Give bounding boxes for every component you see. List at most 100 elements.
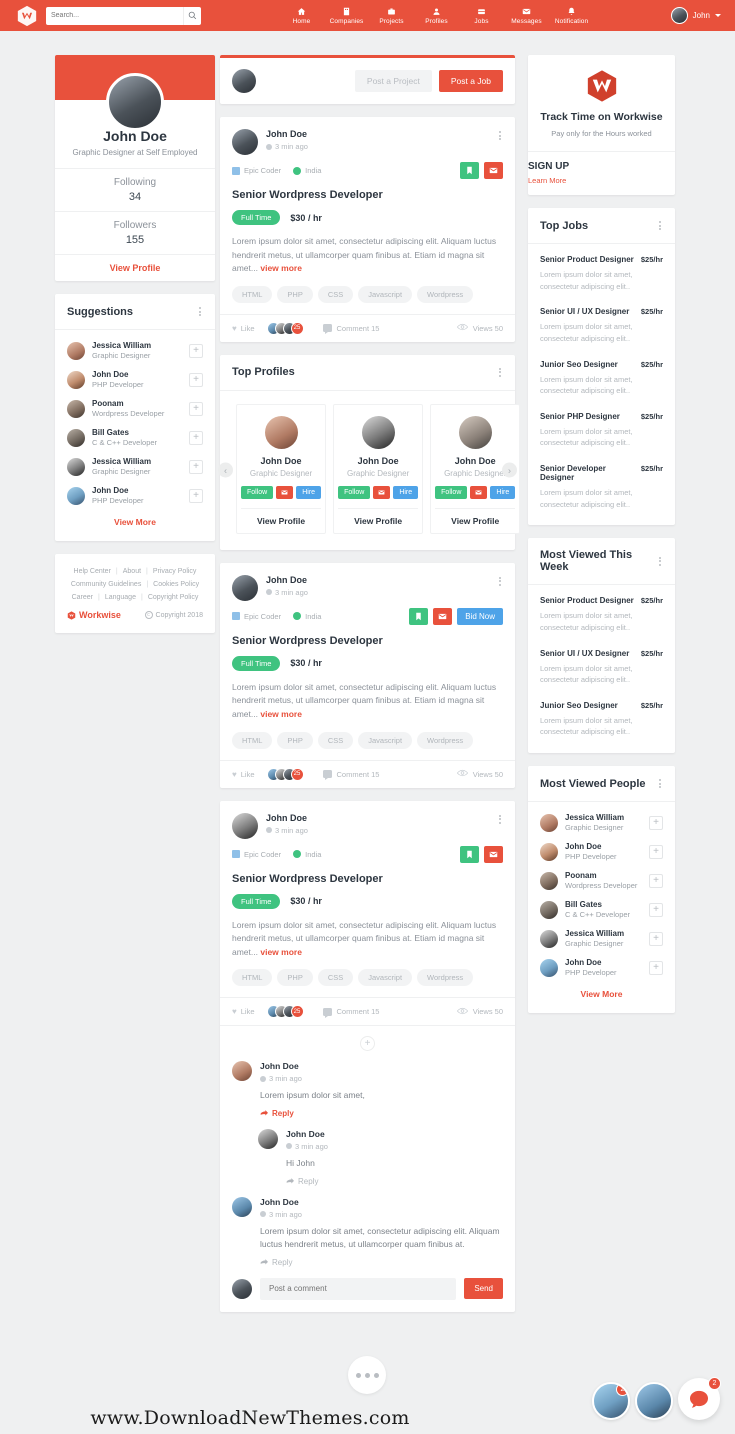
add-person-button[interactable]: + xyxy=(189,459,203,474)
view-profile-link[interactable]: View Profile xyxy=(435,507,516,533)
reply-button[interactable]: Reply xyxy=(260,1109,503,1118)
list-item[interactable]: John Doe PHP Developer + xyxy=(528,837,675,866)
list-item[interactable]: Senior Product Designer $25/hr Lorem ipsu… xyxy=(528,588,675,640)
skill-tag[interactable]: CSS xyxy=(317,969,354,987)
view-profile-link[interactable]: View Profile xyxy=(55,254,215,281)
list-item[interactable]: Bill Gates C & C++ Developer + xyxy=(528,895,675,924)
add-person-button[interactable]: + xyxy=(189,488,203,503)
list-item[interactable]: Jessica William Graphic Designer + xyxy=(528,808,675,837)
search-bar[interactable] xyxy=(46,6,201,25)
envelope-icon[interactable] xyxy=(484,845,503,863)
list-item[interactable]: Senior UI / UX Designer $25/hr Lorem ipsu… xyxy=(528,641,675,693)
view-more-link[interactable]: view more xyxy=(260,263,302,273)
add-person-button[interactable]: + xyxy=(649,902,663,917)
view-more-link[interactable]: view more xyxy=(260,947,302,957)
list-item[interactable]: John Doe PHP Developer + xyxy=(55,481,215,510)
learn-more-link[interactable]: Learn More xyxy=(528,176,675,185)
skill-tag[interactable]: HTML xyxy=(232,285,273,303)
footer-link-cookies-policy[interactable]: Cookies Policy xyxy=(153,581,199,588)
list-item[interactable]: John Doe PHP Developer + xyxy=(528,953,675,982)
reply-button[interactable]: Reply xyxy=(260,1258,503,1267)
list-item[interactable]: John Doe PHP Developer + xyxy=(55,365,215,394)
list-item[interactable]: Jessica William Graphic Designer + xyxy=(528,924,675,953)
skill-tag[interactable]: CSS xyxy=(317,731,354,749)
footer-link-copyright-policy[interactable]: Copyright Policy xyxy=(148,594,199,601)
envelope-icon[interactable] xyxy=(433,607,453,625)
nav-item-home[interactable]: Home xyxy=(279,6,324,25)
bid-now-button[interactable]: Bid Now xyxy=(457,607,503,625)
add-person-button[interactable]: + xyxy=(189,372,203,387)
follow-button[interactable]: Follow xyxy=(338,485,371,499)
chevron-left-icon[interactable]: ‹ xyxy=(218,462,233,478)
footer-link-help-center[interactable]: Help Center xyxy=(74,568,111,575)
list-item[interactable]: Poonam Wordpress Developer + xyxy=(55,394,215,423)
bookmark-icon[interactable] xyxy=(460,162,479,179)
bookmark-icon[interactable] xyxy=(460,845,479,863)
chat-avatar[interactable]: 2 xyxy=(592,1382,630,1420)
more-options-icon[interactable] xyxy=(497,813,503,826)
list-item[interactable]: Jessica William Graphic Designer + xyxy=(55,452,215,481)
hire-button[interactable]: Hire xyxy=(490,485,516,499)
add-person-button[interactable]: + xyxy=(649,960,663,975)
more-options-icon[interactable] xyxy=(497,575,503,588)
list-item[interactable]: Senior Developer Designer $25/hr Lorem ip… xyxy=(528,456,675,517)
reply-button[interactable]: Reply xyxy=(286,1177,503,1186)
skill-tag[interactable]: HTML xyxy=(232,969,273,987)
view-profile-link[interactable]: View Profile xyxy=(241,507,322,533)
workwise-logo-icon[interactable] xyxy=(14,3,40,29)
search-input[interactable] xyxy=(46,6,183,25)
comment-input[interactable] xyxy=(260,1277,457,1300)
view-more-link[interactable]: View More xyxy=(528,982,675,1009)
footer-link-career[interactable]: Career xyxy=(72,594,93,601)
post-a-project-button[interactable]: Post a Project xyxy=(354,70,432,92)
list-item[interactable]: Senior UI / UX Designer $25/hr Lorem ipsu… xyxy=(528,299,675,351)
skill-tag[interactable]: HTML xyxy=(232,731,273,749)
message-button[interactable] xyxy=(373,485,391,499)
more-options-icon[interactable] xyxy=(657,777,663,790)
footer-link-about[interactable]: About xyxy=(123,568,141,575)
chat-bubble-button[interactable]: 2 xyxy=(678,1377,721,1420)
skill-tag[interactable]: Javascript xyxy=(358,731,413,749)
skill-tag[interactable]: Javascript xyxy=(358,969,413,987)
like-button[interactable]: ♥ Like xyxy=(232,324,255,333)
nav-item-jobs[interactable]: Jobs xyxy=(459,6,504,25)
more-options-icon[interactable] xyxy=(497,366,503,379)
more-options-icon[interactable] xyxy=(657,555,663,568)
skill-tag[interactable]: PHP xyxy=(277,285,313,303)
skill-tag[interactable]: CSS xyxy=(317,285,354,303)
comment-button[interactable]: Comment 15 xyxy=(322,770,379,781)
bookmark-icon[interactable] xyxy=(409,607,429,625)
list-item[interactable]: Jessica William Graphic Designer + xyxy=(55,336,215,365)
user-menu[interactable]: John xyxy=(670,0,721,31)
footer-link-language[interactable]: Language xyxy=(105,594,136,601)
nav-item-profiles[interactable]: Profiles xyxy=(414,6,459,25)
list-item[interactable]: Senior PHP Designer $25/hr Lorem ipsum do… xyxy=(528,404,675,456)
more-options-icon[interactable] xyxy=(197,305,203,318)
skill-tag[interactable]: Javascript xyxy=(358,285,413,303)
skill-tag[interactable]: Wordpress xyxy=(417,731,474,749)
skill-tag[interactable]: PHP xyxy=(277,969,313,987)
hire-button[interactable]: Hire xyxy=(393,485,419,499)
envelope-icon[interactable] xyxy=(484,162,503,179)
add-person-button[interactable]: + xyxy=(649,873,663,888)
chat-avatar[interactable] xyxy=(635,1382,673,1420)
add-person-button[interactable]: + xyxy=(189,343,203,358)
comment-button[interactable]: Comment 15 xyxy=(322,324,379,335)
nav-item-projects[interactable]: Projects xyxy=(369,6,414,25)
list-item[interactable]: Poonam Wordpress Developer + xyxy=(528,866,675,895)
sign-up-button[interactable]: SIGN UP xyxy=(528,161,675,172)
nav-item-messages[interactable]: Messages xyxy=(504,6,549,25)
footer-link-privacy-policy[interactable]: Privacy Policy xyxy=(153,568,197,575)
add-person-button[interactable]: + xyxy=(649,815,663,830)
follow-button[interactable]: Follow xyxy=(241,485,274,499)
add-person-button[interactable]: + xyxy=(189,401,203,416)
list-item[interactable]: Senior Product Designer $25/hr Lorem ipsu… xyxy=(528,247,675,299)
chevron-right-icon[interactable]: › xyxy=(502,462,517,478)
send-comment-button[interactable]: Send xyxy=(464,1278,503,1300)
load-more-comments-button[interactable]: + xyxy=(360,1036,375,1052)
comment-button[interactable]: Comment 15 xyxy=(322,1007,379,1018)
list-item[interactable]: Junior Seo Designer $25/hr Lorem ipsum do… xyxy=(528,352,675,404)
skill-tag[interactable]: Wordpress xyxy=(417,285,474,303)
nav-item-notification[interactable]: Notification xyxy=(549,6,594,25)
ellipsis-icon[interactable] xyxy=(348,1356,386,1394)
